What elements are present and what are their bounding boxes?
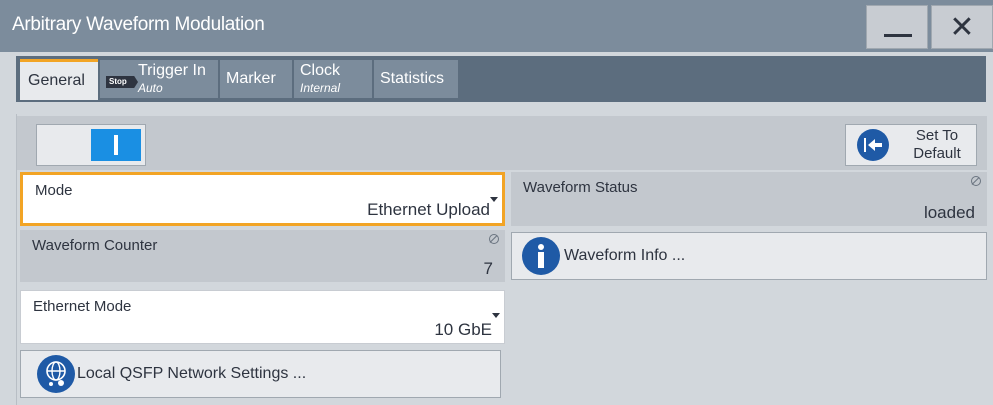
read-only-icon [489, 234, 499, 244]
waveform-info-button[interactable]: Waveform Info ... [511, 232, 987, 280]
set-to-default-line1: Set To [915, 127, 959, 144]
ethernet-mode-value: 10 GbE [434, 320, 492, 339]
tab-statistics[interactable]: Statistics [374, 60, 458, 98]
close-icon: ✕ [949, 10, 975, 45]
qsfp-network-settings-button[interactable]: Local QSFP Network Settings ... [20, 350, 501, 398]
tab-marker[interactable]: Marker [220, 60, 292, 98]
qsfp-network-settings-label: Local QSFP Network Settings ... [77, 365, 307, 382]
tab-sublabel: Internal [300, 81, 341, 95]
waveform-counter-value: 7 [483, 259, 493, 278]
info-icon [522, 237, 560, 275]
ethernet-mode-select[interactable]: Ethernet Mode 10 GbE [20, 290, 505, 344]
dialog-content: General Stop Trigger In Auto Marker Cloc… [0, 52, 993, 405]
waveform-status-field: Waveform Status loaded [511, 172, 987, 226]
dropdown-arrow-icon [492, 313, 500, 318]
window-title: Arbitrary Waveform Modulation [12, 14, 265, 35]
waveform-info-label: Waveform Info ... [564, 247, 686, 264]
power-on-icon [91, 129, 141, 161]
tab-label: Clock [300, 62, 341, 79]
ethernet-mode-label: Ethernet Mode [33, 298, 132, 315]
state-toggle[interactable] [36, 124, 146, 166]
waveform-status-value: loaded [923, 203, 975, 222]
waveform-counter-field: Waveform Counter 7 [20, 230, 505, 282]
minimize-button[interactable] [866, 5, 928, 49]
set-to-default-line2: Default [913, 145, 961, 162]
minimize-icon [884, 34, 912, 37]
set-to-default-button[interactable]: Set To Default [845, 124, 977, 166]
mode-select[interactable]: Mode Ethernet Upload [20, 172, 505, 226]
tab-sublabel: Auto [138, 81, 163, 95]
tab-general[interactable]: General [20, 59, 98, 100]
mode-value: Ethernet Upload [367, 200, 490, 219]
toggle-indicator [114, 135, 118, 155]
read-only-icon [971, 176, 981, 186]
waveform-status-label: Waveform Status [523, 179, 638, 196]
tab-bar: General Stop Trigger In Auto Marker Cloc… [16, 56, 986, 102]
tab-label: Trigger In [138, 62, 206, 79]
window-titlebar: Arbitrary Waveform Modulation ✕ [0, 0, 993, 52]
mode-label: Mode [35, 182, 73, 199]
tab-label: Marker [226, 70, 276, 87]
tab-label: General [28, 72, 85, 89]
tab-label: Statistics [380, 70, 445, 87]
panel-toolbar: Set To Default [17, 116, 987, 170]
dropdown-arrow-icon [490, 197, 498, 202]
waveform-counter-label: Waveform Counter [32, 237, 158, 254]
arrow-left-icon [857, 129, 889, 161]
network-globe-icon [37, 355, 75, 393]
tab-clock[interactable]: Clock Internal [294, 60, 372, 98]
set-to-default-label: Set To Default [902, 127, 972, 163]
general-panel: Set To Default Mode Ethernet Upload Wave… [16, 114, 987, 405]
tab-trigger-in[interactable]: Stop Trigger In Auto [100, 60, 218, 98]
close-button[interactable]: ✕ [931, 5, 993, 49]
stop-icon: Stop [106, 76, 138, 88]
